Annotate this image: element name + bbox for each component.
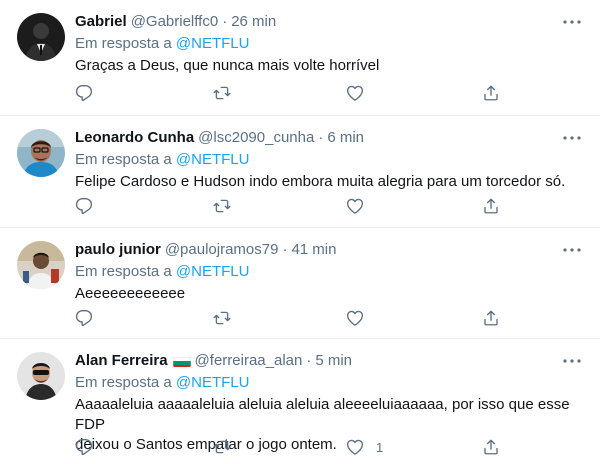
reply-mention-link[interactable]: @NETFLU: [176, 151, 250, 168]
like-button[interactable]: 1: [346, 437, 383, 457]
like-button[interactable]: [346, 308, 376, 328]
share-button[interactable]: [482, 308, 500, 328]
retweet-button[interactable]: [212, 308, 232, 328]
reply-bubble-icon: [75, 438, 93, 456]
tweet-header: Alan Ferreira @ferreiraa_alan · 5 min: [75, 351, 575, 371]
more-dots-icon[interactable]: [562, 353, 582, 369]
reply-prefix: Em resposta a: [75, 263, 172, 280]
retweet-icon: [213, 440, 231, 454]
tweet-actions: [75, 83, 505, 103]
heart-icon: [346, 198, 364, 214]
retweet-icon: [213, 199, 231, 213]
tweet-header: paulo junior @paulojramos79 · 41 min: [75, 240, 575, 260]
reply-context: Em resposta a @NETFLU: [75, 150, 249, 170]
tweet-header: Leonardo Cunha @lsc2090_cunha · 6 min: [75, 128, 575, 148]
author-handle[interactable]: @ferreiraa_alan: [195, 351, 303, 371]
reply-mention-link[interactable]: @NETFLU: [176, 263, 250, 280]
author-handle[interactable]: @Gabrielffc0: [131, 12, 219, 32]
tweet[interactable]: Alan Ferreira @ferreiraa_alan · 5 min Em…: [0, 339, 600, 464]
tweet-text: Felipe Cardoso e Hudson indo embora muit…: [75, 173, 566, 190]
timestamp[interactable]: 5 min: [315, 351, 352, 371]
tweet-text-line: Aaaaaleluia aaaaaleluia aleluia aleluia …: [75, 396, 570, 433]
reply-context: Em resposta a @NETFLU: [75, 373, 249, 393]
bulgaria-flag-icon: [172, 355, 191, 367]
author-name[interactable]: Alan Ferreira: [75, 351, 168, 371]
more-dots-icon[interactable]: [562, 14, 582, 30]
author-name[interactable]: Leonardo Cunha: [75, 128, 194, 148]
retweet-icon: [213, 311, 231, 325]
separator-dot: ·: [282, 241, 288, 258]
tweet[interactable]: paulo junior @paulojramos79 · 41 min Em …: [0, 228, 600, 339]
like-button[interactable]: [346, 196, 376, 216]
avatar[interactable]: [17, 13, 65, 61]
separator-dot: ·: [318, 129, 324, 146]
reply-button[interactable]: [75, 437, 93, 457]
tweet-actions: [75, 196, 505, 216]
share-upload-icon: [484, 85, 498, 101]
avatar[interactable]: [17, 241, 65, 289]
retweet-button[interactable]: [212, 83, 232, 103]
reply-button[interactable]: [75, 196, 93, 216]
avatar[interactable]: [17, 352, 65, 400]
separator-dot: ·: [306, 352, 312, 369]
author-handle[interactable]: @lsc2090_cunha: [198, 128, 314, 148]
share-upload-icon: [484, 198, 498, 214]
author-name[interactable]: paulo junior: [75, 240, 161, 260]
share-button[interactable]: [482, 196, 500, 216]
timestamp[interactable]: 41 min: [291, 240, 336, 260]
tweet-actions: [75, 308, 505, 328]
like-count: 1: [376, 439, 384, 455]
heart-icon: [346, 310, 364, 326]
tweet[interactable]: Leonardo Cunha @lsc2090_cunha · 6 min Em…: [0, 116, 600, 228]
like-button[interactable]: [346, 83, 376, 103]
share-button[interactable]: [482, 437, 500, 457]
reply-bubble-icon: [75, 84, 93, 102]
timestamp[interactable]: 26 min: [231, 12, 276, 32]
retweet-icon: [213, 86, 231, 100]
reply-mention-link[interactable]: @NETFLU: [176, 35, 250, 52]
author-name[interactable]: Gabriel: [75, 12, 127, 32]
tweet-actions: 1: [75, 437, 505, 457]
share-upload-icon: [484, 439, 498, 455]
reply-prefix: Em resposta a: [75, 151, 172, 168]
reply-bubble-icon: [75, 309, 93, 327]
reply-bubble-icon: [75, 197, 93, 215]
share-button[interactable]: [482, 83, 500, 103]
more-dots-icon[interactable]: [562, 130, 582, 146]
heart-icon: [346, 85, 364, 101]
separator-dot: ·: [222, 13, 228, 30]
tweet[interactable]: Gabriel @Gabrielffc0 · 26 min Em respost…: [0, 0, 600, 116]
avatar[interactable]: [17, 129, 65, 177]
heart-icon: [346, 439, 364, 455]
reply-prefix: Em resposta a: [75, 374, 172, 391]
retweet-button[interactable]: [212, 437, 232, 457]
retweet-button[interactable]: [212, 196, 232, 216]
author-handle[interactable]: @paulojramos79: [165, 240, 279, 260]
share-upload-icon: [484, 310, 498, 326]
reply-button[interactable]: [75, 308, 93, 328]
reply-mention-link[interactable]: @NETFLU: [176, 374, 250, 391]
tweet-header: Gabriel @Gabrielffc0 · 26 min: [75, 12, 575, 32]
tweet-text: Graças a Deus, que nunca mais volte horr…: [75, 57, 380, 74]
reply-context: Em resposta a @NETFLU: [75, 34, 249, 54]
reply-context: Em resposta a @NETFLU: [75, 262, 249, 282]
reply-prefix: Em resposta a: [75, 35, 172, 52]
tweet-text: Aeeeeeeeeeeee: [75, 285, 186, 302]
more-dots-icon[interactable]: [562, 242, 582, 258]
timestamp[interactable]: 6 min: [327, 128, 364, 148]
reply-button[interactable]: [75, 83, 105, 103]
